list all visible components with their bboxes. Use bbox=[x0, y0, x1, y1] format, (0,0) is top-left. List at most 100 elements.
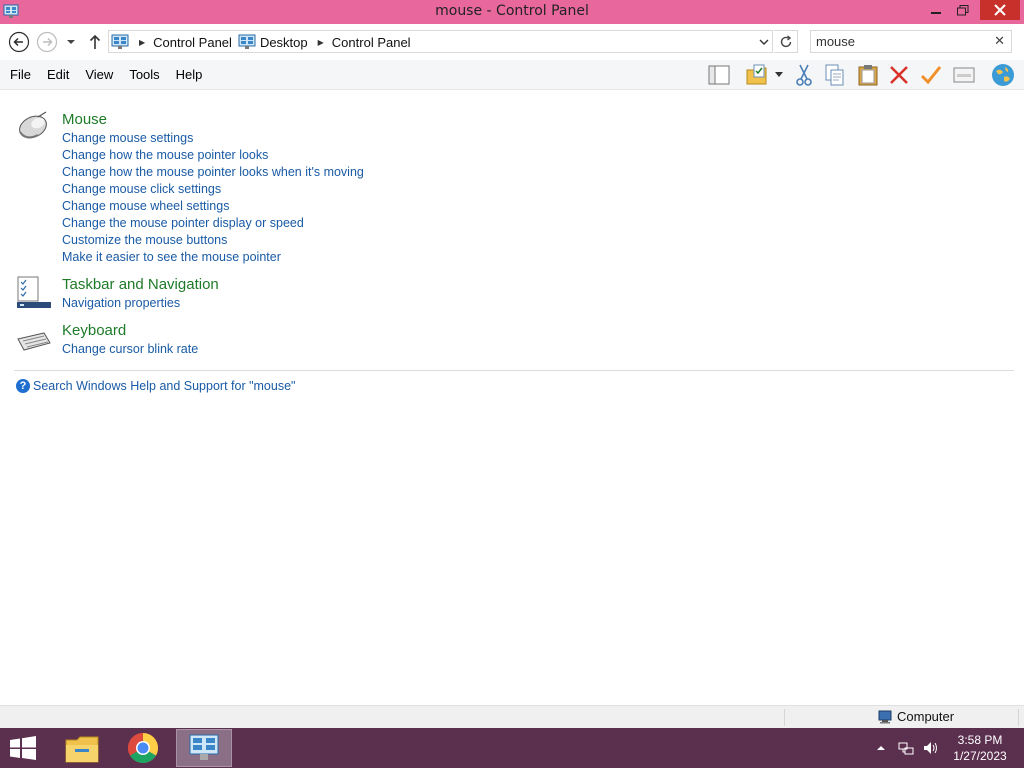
menu-tools[interactable]: Tools bbox=[123, 67, 165, 82]
checkmark-icon bbox=[920, 66, 942, 85]
title-bar[interactable]: mouse - Control Panel bbox=[0, 0, 1024, 24]
globe-button[interactable] bbox=[990, 63, 1016, 87]
breadcrumb-item[interactable]: Control Panel bbox=[332, 35, 411, 50]
search-input[interactable] bbox=[816, 33, 986, 50]
network-tray[interactable] bbox=[898, 728, 914, 768]
minimize-icon bbox=[930, 12, 941, 14]
mouse-icon bbox=[19, 111, 47, 139]
copy-icon bbox=[825, 64, 844, 86]
desktop-icon bbox=[238, 34, 256, 49]
folder-options-dropdown[interactable] bbox=[770, 63, 788, 87]
minimize-button[interactable] bbox=[922, 0, 949, 20]
up-arrow-icon bbox=[89, 34, 101, 49]
status-location: Computer bbox=[877, 709, 954, 724]
status-divider bbox=[784, 709, 785, 726]
help-search-link[interactable]: ? Search Windows Help and Support for "m… bbox=[16, 379, 295, 393]
address-bar[interactable]: ▶ Control Panel Desktop ▶ Control Panel bbox=[108, 30, 773, 53]
control-panel-icon bbox=[111, 34, 129, 49]
search-results: Mouse Change mouse settings Change how t… bbox=[0, 91, 1024, 705]
menu-view[interactable]: View bbox=[79, 67, 119, 82]
address-row: ▶ Control Panel Desktop ▶ Control Panel … bbox=[0, 24, 1024, 60]
status-location-label: Computer bbox=[897, 709, 955, 724]
folder-options-icon bbox=[746, 64, 767, 85]
menu-edit[interactable]: Edit bbox=[41, 67, 75, 82]
result-link[interactable]: Change the mouse pointer display or spee… bbox=[62, 216, 304, 230]
breadcrumb-separator-icon[interactable]: ▶ bbox=[139, 38, 145, 47]
menu-help[interactable]: Help bbox=[170, 67, 209, 82]
result-link[interactable]: Change how the mouse pointer looks bbox=[62, 148, 268, 162]
breadcrumb-item[interactable]: Control Panel bbox=[153, 35, 232, 50]
result-link[interactable]: Change cursor blink rate bbox=[62, 342, 198, 356]
taskbar-file-explorer[interactable] bbox=[54, 729, 110, 767]
clock[interactable]: 3:58 PM 1/27/2023 bbox=[948, 732, 1012, 764]
delete-button[interactable] bbox=[886, 63, 912, 87]
breadcrumb: ▶ Control Panel Desktop ▶ Control Panel bbox=[111, 33, 411, 51]
breadcrumb-separator-icon[interactable]: ▶ bbox=[318, 38, 324, 47]
taskbar-icon bbox=[17, 276, 51, 308]
menu-file[interactable]: File bbox=[4, 67, 37, 82]
network-icon bbox=[898, 742, 914, 755]
result-link[interactable]: Navigation properties bbox=[62, 296, 180, 310]
back-arrow-icon bbox=[8, 31, 30, 53]
menu-bar: File Edit View Tools Help bbox=[0, 60, 1024, 90]
search-box[interactable]: ✕ bbox=[810, 30, 1012, 53]
status-bar: Computer bbox=[0, 705, 1024, 728]
taskbar-control-panel[interactable] bbox=[176, 729, 232, 767]
speaker-icon bbox=[924, 742, 937, 754]
cut-icon bbox=[796, 64, 812, 86]
maximize-button[interactable] bbox=[949, 0, 976, 20]
refresh-button[interactable] bbox=[774, 30, 798, 53]
close-icon bbox=[994, 4, 1006, 16]
copy-button[interactable] bbox=[822, 63, 848, 87]
windows-start-icon[interactable] bbox=[8, 736, 38, 760]
properties-button[interactable] bbox=[951, 63, 977, 87]
chevron-up-icon bbox=[877, 746, 885, 750]
folder-options-button[interactable] bbox=[744, 63, 770, 87]
chrome-icon bbox=[127, 733, 159, 764]
help-icon: ? bbox=[16, 379, 30, 393]
control-panel-icon bbox=[189, 734, 219, 760]
taskbar: 3:58 PM 1/27/2023 bbox=[0, 728, 1024, 768]
clock-time: 3:58 PM bbox=[957, 733, 1003, 747]
group-title[interactable]: Mouse bbox=[62, 111, 107, 128]
forward-arrow-icon bbox=[36, 31, 58, 53]
cut-button[interactable] bbox=[791, 63, 817, 87]
restore-icon bbox=[956, 4, 968, 15]
clear-search-icon[interactable]: ✕ bbox=[994, 34, 1005, 49]
paste-icon bbox=[858, 65, 878, 86]
layout-button[interactable] bbox=[706, 63, 732, 87]
file-explorer-icon bbox=[65, 736, 99, 763]
status-divider bbox=[1018, 709, 1019, 726]
chevron-down-icon bbox=[67, 40, 75, 44]
dropdown-arrow-icon bbox=[775, 72, 783, 77]
result-link[interactable]: Customize the mouse buttons bbox=[62, 233, 227, 247]
computer-icon bbox=[878, 710, 892, 723]
delete-icon bbox=[890, 66, 908, 84]
refresh-icon bbox=[780, 34, 791, 47]
show-hidden-icons[interactable] bbox=[876, 728, 886, 768]
close-button[interactable] bbox=[980, 0, 1020, 20]
help-link-label[interactable]: Search Windows Help and Support for "mou… bbox=[33, 379, 295, 393]
taskbar-chrome[interactable] bbox=[115, 729, 171, 767]
result-link[interactable]: Change mouse settings bbox=[62, 131, 193, 145]
group-title[interactable]: Keyboard bbox=[62, 322, 126, 339]
properties-icon bbox=[953, 67, 975, 83]
globe-icon bbox=[992, 64, 1014, 86]
layout-icon bbox=[708, 65, 730, 85]
group-title[interactable]: Taskbar and Navigation bbox=[62, 276, 219, 293]
back-button[interactable] bbox=[8, 31, 30, 53]
recent-locations-button[interactable] bbox=[62, 31, 80, 53]
volume-tray[interactable] bbox=[922, 728, 938, 768]
result-link[interactable]: Change how the mouse pointer looks when … bbox=[62, 165, 364, 179]
result-link[interactable]: Change mouse wheel settings bbox=[62, 199, 229, 213]
window-title: mouse - Control Panel bbox=[435, 3, 589, 19]
forward-button[interactable] bbox=[36, 31, 58, 53]
divider bbox=[14, 370, 1014, 371]
apply-button[interactable] bbox=[918, 63, 944, 87]
paste-button[interactable] bbox=[855, 63, 881, 87]
breadcrumb-item[interactable]: Desktop bbox=[260, 35, 308, 50]
up-button[interactable] bbox=[84, 31, 106, 53]
chevron-down-icon[interactable] bbox=[757, 34, 771, 50]
result-link[interactable]: Change mouse click settings bbox=[62, 182, 221, 196]
result-link[interactable]: Make it easier to see the mouse pointer bbox=[62, 250, 281, 264]
